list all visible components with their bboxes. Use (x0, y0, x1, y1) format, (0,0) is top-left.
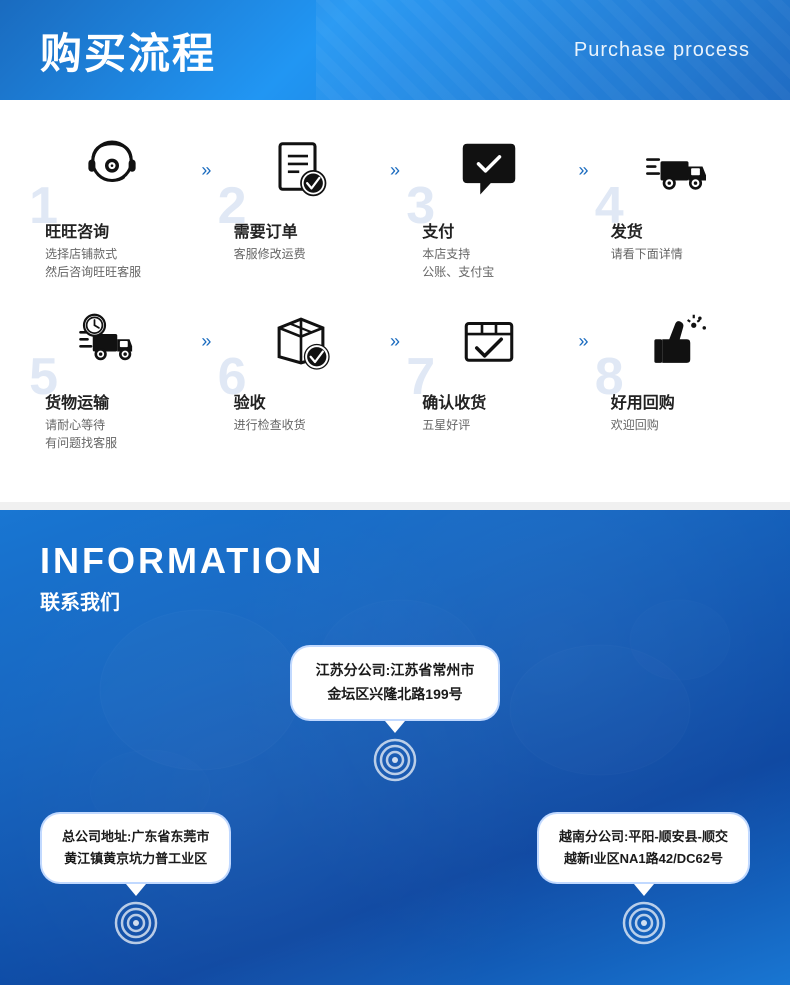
bubble-guangdong: 总公司地址:广东省东莞市黄江镇黄京坑力普工业区 (40, 812, 231, 884)
step-3-title: 支付 (422, 218, 564, 242)
step-7-desc: 五星好评 (422, 416, 564, 434)
step-2-title: 需要订单 (234, 218, 376, 242)
step-7-title: 确认收货 (422, 389, 564, 413)
process-step-6: 6 验收 进行检查收货 (226, 301, 376, 434)
arrow-4: » (201, 331, 211, 352)
info-section: INFORMATION 联系我们 江苏分公司:江苏省常州市金坛区兴隆北路199号 (0, 510, 790, 985)
step-4-icon (638, 130, 718, 210)
step-2-desc: 客服修改运费 (234, 245, 376, 263)
process-step-8: 8 好用回购 欢迎回购 (603, 301, 753, 434)
step-8-icon (638, 301, 718, 381)
step-6-icon (261, 301, 341, 381)
bubble-vietnam-text: 越南分公司:平阳-顺安县-顺交越新I业区NA1路42/DC62号 (559, 829, 728, 866)
arrow-2: » (390, 160, 400, 181)
info-title-en: INFORMATION (40, 540, 750, 582)
step-8-title: 好用回购 (611, 389, 753, 413)
step-6-title: 验收 (234, 389, 376, 413)
process-step-2: 2 需要订单 客服修改运费 (226, 130, 376, 263)
process-row-2: 5 (30, 301, 760, 452)
step-4-desc: 请看下面详情 (611, 245, 753, 263)
step-1-icon (72, 130, 152, 210)
step-7-icon (449, 301, 529, 381)
step-2-icon (261, 130, 341, 210)
step-4-title: 发货 (611, 218, 753, 242)
process-step-1: 1 旺旺咨询 选择店铺款式然后咨询旺旺客服 (37, 130, 187, 281)
target-icon-right (622, 901, 666, 945)
step-1-title: 旺旺咨询 (45, 218, 187, 242)
header-banner: 购买流程 Purchase process (0, 0, 790, 100)
process-row-1: 1 旺旺咨询 选择店铺款式然后咨询旺旺客服 » (30, 130, 760, 281)
bubble-jiangsu: 江苏分公司:江苏省常州市金坛区兴隆北路199号 (290, 645, 501, 721)
bubble-jiangsu-text: 江苏分公司:江苏省常州市金坛区兴隆北路199号 (316, 662, 475, 702)
step-5-title: 货物运输 (45, 389, 187, 413)
step-3-desc: 本店支持公账、支付宝 (422, 245, 564, 281)
bubble-guangdong-text: 总公司地址:广东省东莞市黄江镇黄京坑力普工业区 (62, 829, 209, 866)
process-section: 1 旺旺咨询 选择店铺款式然后咨询旺旺客服 » (0, 100, 790, 502)
step-8-desc: 欢迎回购 (611, 416, 753, 434)
step-5-icon (72, 301, 152, 381)
step-5-desc: 请耐心等待有问题找客服 (45, 416, 187, 452)
arrow-6: » (578, 331, 588, 352)
step-1-desc: 选择店铺款式然后咨询旺旺客服 (45, 245, 187, 281)
process-step-3: 3 支付 本店支持公账、支付宝 (414, 130, 564, 281)
arrow-3: » (578, 160, 588, 181)
info-title-zh: 联系我们 (40, 586, 750, 615)
page-title-en: Purchase process (574, 39, 750, 62)
process-step-4: 4 发货 (603, 130, 753, 263)
bubble-vietnam: 越南分公司:平阳-顺安县-顺交越新I业区NA1路42/DC62号 (537, 812, 750, 884)
step-3-icon (449, 130, 529, 210)
page-title-zh: 购买流程 (40, 20, 216, 81)
process-step-5: 5 (37, 301, 187, 452)
step-6-desc: 进行检查收货 (234, 416, 376, 434)
section-divider (0, 502, 790, 510)
process-step-7: 7 确认收货 五星好评 (414, 301, 564, 434)
target-icon-center (373, 738, 417, 782)
arrow-1: » (201, 160, 211, 181)
target-icon-left (114, 901, 158, 945)
arrow-5: » (390, 331, 400, 352)
